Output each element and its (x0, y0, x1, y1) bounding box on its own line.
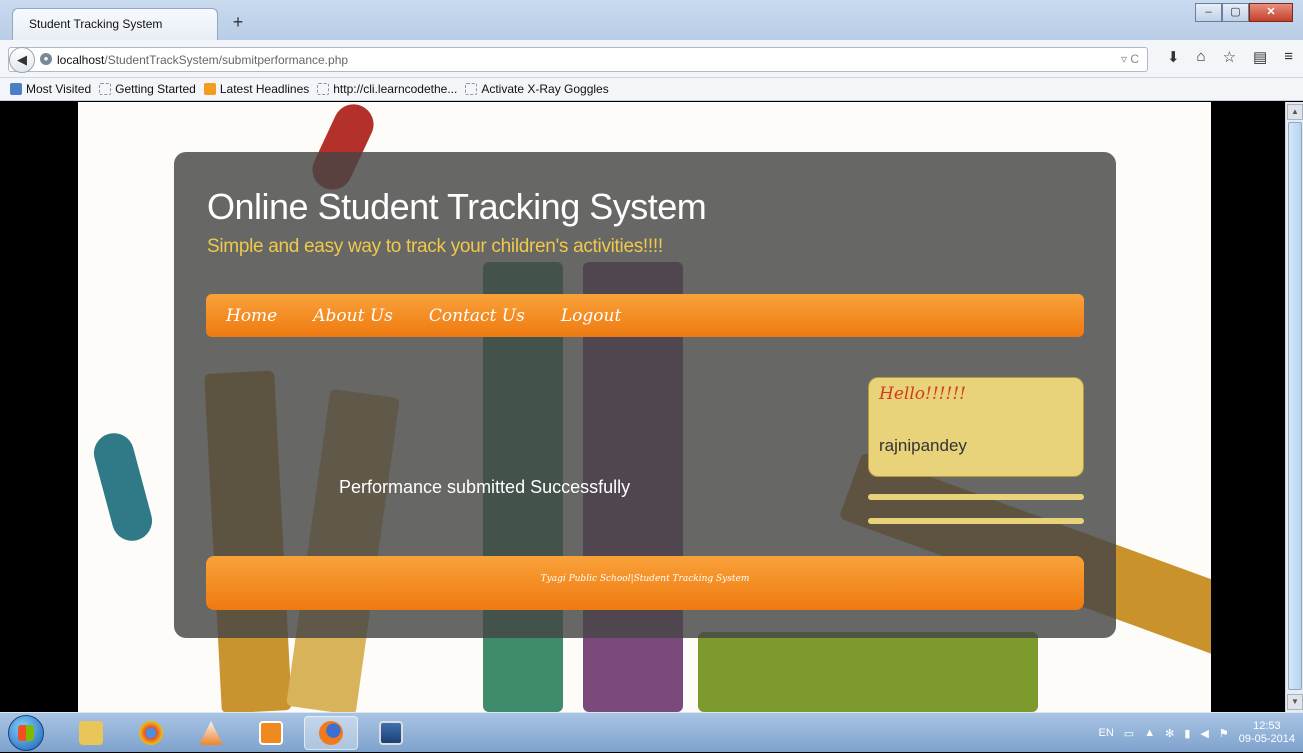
page-margin-left (8, 102, 78, 712)
browser-nav-bar: ◀ ● localhost/StudentTrackSystem/submitp… (0, 40, 1303, 78)
windows-logo-icon (18, 725, 34, 741)
greeting-title: Hello!!!!!! (879, 384, 966, 404)
window-controls: – ▢ ✕ (1195, 3, 1293, 23)
action-center-icon[interactable]: ⚑ (1219, 727, 1229, 740)
menu-icon[interactable]: ≡ (1284, 48, 1293, 66)
tab-title: Student Tracking System (29, 17, 163, 31)
notepad-icon (379, 721, 403, 745)
most-visited-icon (10, 83, 22, 95)
site-identity-icon[interactable]: ● (40, 53, 52, 65)
clock-date: 09-05-2014 (1238, 733, 1295, 745)
page-icon (317, 83, 330, 95)
close-button[interactable]: ✕ (1249, 3, 1293, 22)
language-indicator[interactable]: EN (1099, 727, 1114, 739)
rss-icon (203, 83, 216, 95)
bookmark-xray-goggles[interactable]: Activate X-Ray Goggles (465, 82, 609, 96)
maximize-button[interactable]: ▢ (1222, 3, 1249, 22)
book-illustration (698, 632, 1038, 712)
sidebar-divider (868, 494, 1084, 500)
taskbar-chrome[interactable] (124, 716, 178, 750)
clock-time: 12:53 (1253, 720, 1281, 732)
back-arrow-icon[interactable]: ◀ (9, 47, 35, 73)
user-greeting-box: Hello!!!!!! rajnipandey (868, 377, 1084, 477)
url-host: localhost (57, 53, 105, 67)
reading-list-icon[interactable]: ▤ (1253, 48, 1267, 66)
page-margin-right (1211, 102, 1279, 712)
sidebar-divider (868, 518, 1084, 524)
bookmarks-bar: Most Visited Getting Started Latest Head… (0, 78, 1303, 101)
page-icon (99, 83, 112, 95)
page-viewport: Online Student Tracking System Simple an… (8, 102, 1279, 712)
menu-contact-us[interactable]: Contact Us (429, 306, 525, 326)
main-menu: Home About Us Contact Us Logout (206, 294, 1084, 337)
bookmark-learncode[interactable]: http://cli.learncodethe... (317, 82, 457, 96)
media-player-icon (259, 721, 283, 745)
bookmark-label: Most Visited (26, 82, 92, 96)
clock[interactable]: 12:53 09-05-2014 (1239, 720, 1295, 746)
footer-text: Tyagi Public School|Student Tracking Sys… (540, 574, 750, 584)
network-icon[interactable]: ▮ (1184, 727, 1190, 740)
new-tab-button[interactable]: + (228, 12, 248, 32)
taskbar-notepad[interactable] (364, 716, 418, 750)
page-icon (465, 83, 478, 95)
chrome-icon (139, 721, 163, 745)
menu-logout[interactable]: Logout (561, 306, 621, 326)
download-icon[interactable]: ⬇ (1167, 48, 1180, 66)
system-tray: EN ▭ ▲ ✻ ▮ ◀ ⚑ 12:53 09-05-2014 (1099, 713, 1303, 753)
start-button[interactable] (8, 715, 44, 751)
url-path: /StudentTrackSystem/submitperformance.ph… (104, 53, 349, 67)
bookmark-latest-headlines[interactable]: Latest Headlines (203, 82, 310, 96)
show-hidden-icons[interactable]: ▲ (1144, 727, 1155, 739)
reload-icon[interactable]: ▿ C (1121, 52, 1139, 66)
vlc-icon (199, 721, 223, 745)
taskbar-firefox[interactable] (304, 716, 358, 750)
taskbar-explorer[interactable] (64, 716, 118, 750)
bookmark-star-icon[interactable]: ☆ (1223, 48, 1236, 66)
browser-tab[interactable]: Student Tracking System (12, 8, 218, 40)
username-label: rajnipandey (879, 436, 967, 455)
scroll-down-icon[interactable]: ▼ (1287, 694, 1303, 710)
scroll-up-icon[interactable]: ▲ (1287, 104, 1303, 120)
windows-taskbar: EN ▭ ▲ ✻ ▮ ◀ ⚑ 12:53 09-05-2014 (0, 712, 1303, 752)
taskbar-vlc[interactable] (184, 716, 238, 750)
site-tagline: Simple and easy way to track your childr… (207, 236, 663, 257)
bookmark-label: Latest Headlines (219, 82, 310, 96)
menu-about-us[interactable]: About Us (313, 306, 393, 326)
url-text[interactable]: localhost/StudentTrackSystem/submitperfo… (57, 53, 348, 67)
taskbar-media-player[interactable] (244, 716, 298, 750)
bookmark-most-visited[interactable]: Most Visited (10, 82, 91, 96)
toolbar-icons: ⬇ ⌂ ☆ ▤ ≡ (1167, 48, 1293, 66)
vertical-scrollbar[interactable]: ▲ ▼ (1285, 102, 1303, 712)
firefox-icon (319, 721, 343, 745)
keyboard-icon[interactable]: ▭ (1124, 727, 1134, 740)
bluetooth-icon[interactable]: ✻ (1165, 727, 1174, 740)
minimize-button[interactable]: – (1195, 3, 1222, 22)
browser-tab-bar: Student Tracking System + – ▢ ✕ (0, 0, 1303, 40)
home-icon[interactable]: ⌂ (1197, 48, 1206, 66)
folder-icon (79, 721, 103, 745)
menu-home[interactable]: Home (226, 306, 277, 326)
climber-figure-illustration (89, 428, 157, 546)
url-bar[interactable]: ◀ ● localhost/StudentTrackSystem/submitp… (8, 47, 1148, 73)
site-footer: Tyagi Public School|Student Tracking Sys… (206, 556, 1084, 610)
bookmark-label: Getting Started (115, 82, 196, 96)
bookmark-getting-started[interactable]: Getting Started (99, 82, 196, 96)
status-message: Performance submitted Successfully (339, 477, 631, 497)
main-panel: Online Student Tracking System Simple an… (174, 152, 1116, 638)
scrollbar-thumb[interactable] (1288, 122, 1302, 690)
bookmark-label: http://cli.learncodethe... (333, 82, 458, 96)
volume-icon[interactable]: ◀ (1200, 727, 1208, 740)
site-title: Online Student Tracking System (207, 186, 707, 227)
bookmark-label: Activate X-Ray Goggles (481, 82, 609, 96)
